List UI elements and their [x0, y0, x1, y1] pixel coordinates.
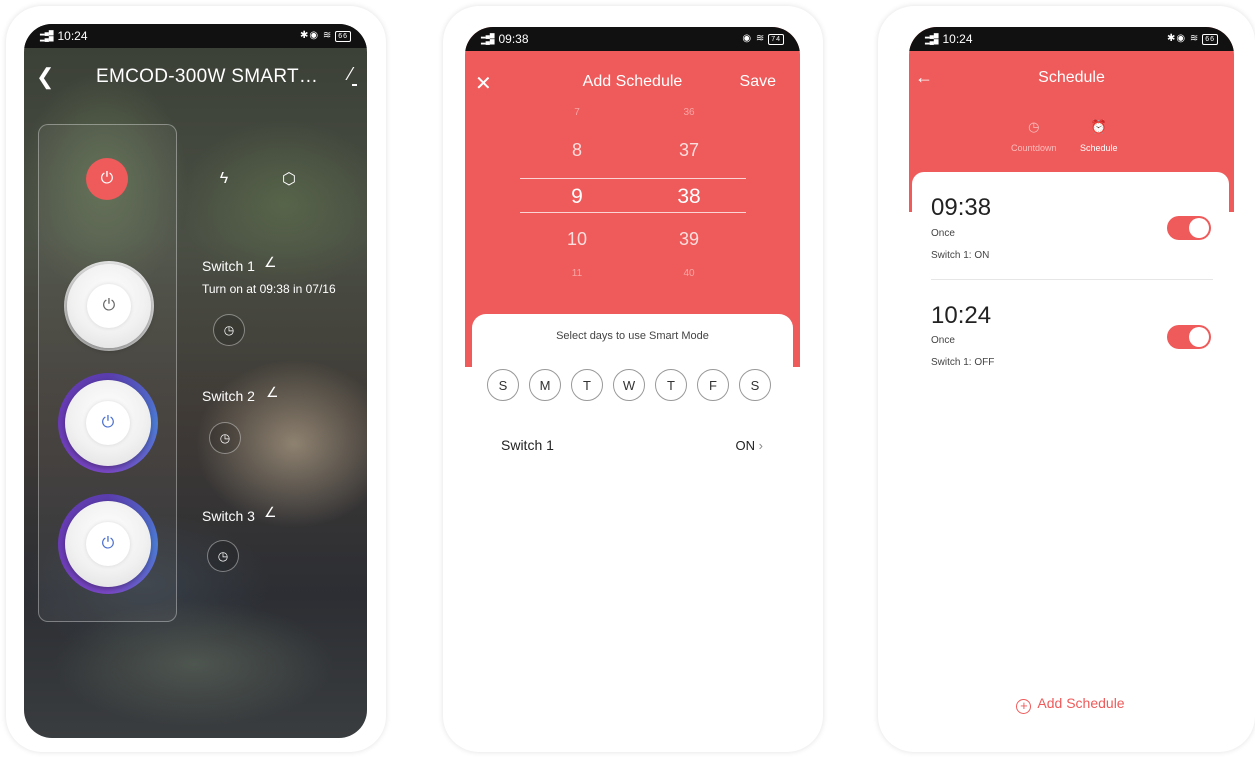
- schedule-repeat: Once: [931, 335, 955, 346]
- add-schedule-screen: ▂▄▆ ▂▄▆ 09:38 ◉ ≋ 74 ✕ Add Schedule Save 7 …: [465, 27, 800, 727]
- switch-2-label: Switch 2: [202, 388, 255, 404]
- hour-option-selected: 9: [571, 185, 583, 208]
- add-schedule-label: Add Schedule: [1037, 695, 1125, 711]
- lightning-icon[interactable]: ϟ: [209, 164, 239, 194]
- power-icon: ⏻: [86, 401, 130, 445]
- days-hint: Select days to use Smart Mode: [556, 330, 709, 342]
- device-title: EMCOD-300W SMART…: [96, 66, 319, 87]
- tab-countdown[interactable]: ◷ Countdown: [1011, 119, 1057, 153]
- status-bar: ▂▄▆ ▂▄▆ 10:24 ✱◉ ≋ 66: [909, 27, 1234, 51]
- clock-icon[interactable]: ◷: [209, 422, 241, 454]
- day-selector: S M T W T F S: [487, 369, 771, 401]
- switch-row-label[interactable]: Switch 1: [501, 437, 554, 453]
- minute-option: 37: [678, 140, 700, 160]
- clock-icon[interactable]: ◷: [207, 540, 239, 572]
- signal-icon: ▂▄▆ ▂▄▆: [40, 30, 54, 42]
- status-bar: ▂▄▆ ▂▄▆ 10:24 ✱◉ ≋ 66: [24, 24, 367, 48]
- header: ❮ EMCOD-300W SMART… ⁄: [24, 64, 367, 94]
- rename-icon[interactable]: ∠: [264, 504, 277, 521]
- schedule-list: 09:38 Once Switch 1: ON 10:24 Once Switc…: [912, 172, 1229, 717]
- power-icon: ⏻: [87, 284, 131, 328]
- schedule-repeat: Once: [931, 228, 955, 239]
- save-button[interactable]: Save: [740, 73, 776, 91]
- day-monday[interactable]: M: [529, 369, 561, 401]
- master-power-button[interactable]: ⏻: [86, 158, 128, 200]
- minute-option: 40: [683, 268, 695, 279]
- switch-3-label: Switch 3: [202, 508, 255, 524]
- hour-option: 11: [571, 268, 583, 279]
- add-schedule-button[interactable]: + Add Schedule: [912, 695, 1229, 714]
- hour-option: 7: [574, 107, 580, 118]
- day-friday[interactable]: F: [697, 369, 729, 401]
- status-icons: ✱◉ ≋ 66: [300, 30, 351, 42]
- rename-icon[interactable]: ∠: [266, 384, 279, 401]
- battery-icon: 66: [335, 31, 351, 42]
- power-icon: ⏻: [86, 522, 130, 566]
- plus-icon: +: [1016, 699, 1032, 714]
- switch-1-label: Switch 1: [202, 258, 255, 274]
- edit-icon[interactable]: ⁄: [349, 64, 357, 86]
- day-thursday[interactable]: T: [655, 369, 687, 401]
- schedule-toggle[interactable]: [1167, 216, 1211, 240]
- picker-divider: [520, 212, 746, 213]
- day-saturday[interactable]: S: [739, 369, 771, 401]
- tab-label: Schedule: [1080, 143, 1118, 153]
- schedule-action: Switch 1: OFF: [931, 357, 995, 368]
- minute-option: 39: [678, 229, 700, 249]
- schedule-time[interactable]: 10:24: [931, 302, 991, 330]
- status-time: 10:24: [57, 29, 88, 43]
- tab-schedule[interactable]: ⏰ Schedule: [1080, 119, 1118, 153]
- chevron-right-icon: ›: [758, 438, 763, 453]
- hour-option: 8: [571, 140, 582, 160]
- status-bar: ▂▄▆ ▂▄▆ 09:38 ◉ ≋ 74: [465, 27, 800, 51]
- picker-divider: [520, 178, 746, 179]
- schedule-action: Switch 1: ON: [931, 250, 990, 261]
- days-sheet: Select days to use Smart Mode S M T W T …: [472, 314, 793, 727]
- status-time: 10:24: [942, 32, 973, 46]
- status-icons: ✱◉ ≋ 66: [1167, 33, 1218, 45]
- minute-option-selected: 38: [677, 185, 701, 208]
- switch-2-knob[interactable]: ⏻: [58, 373, 158, 473]
- status-icons: ◉ ≋ 74: [742, 33, 784, 45]
- schedule-time[interactable]: 09:38: [931, 194, 991, 222]
- battery-icon: 74: [768, 34, 784, 45]
- switch-state: ON: [735, 438, 756, 453]
- screenshot-collage: ▂▄▆ ▂▄▆ 10:24 ✱◉ ≋ 66 ❮ EMCOD-300W SMART… ⁄…: [0, 0, 1255, 757]
- switch-1-knob[interactable]: ⏻: [64, 261, 154, 351]
- minute-picker[interactable]: 36 37 38 39 40: [659, 107, 719, 279]
- schedule-toggle[interactable]: [1167, 325, 1211, 349]
- day-tuesday[interactable]: T: [571, 369, 603, 401]
- day-sunday[interactable]: S: [487, 369, 519, 401]
- battery-icon: 66: [1202, 34, 1218, 45]
- signal-icon: ▂▄▆ ▂▄▆: [481, 33, 495, 45]
- clock-icon[interactable]: ◷: [213, 314, 245, 346]
- page-title: Schedule: [1038, 69, 1105, 86]
- device-control-screen: ▂▄▆ ▂▄▆ 10:24 ✱◉ ≋ 66 ❮ EMCOD-300W SMART… ⁄…: [24, 24, 367, 738]
- switch-3-knob[interactable]: ⏻: [58, 494, 158, 594]
- cube-icon[interactable]: ⬡: [274, 164, 304, 194]
- minute-option: 36: [683, 107, 695, 118]
- hour-picker[interactable]: 7 8 9 10 11: [547, 107, 607, 279]
- day-wednesday[interactable]: W: [613, 369, 645, 401]
- schedule-list-screen: ▂▄▆ ▂▄▆ 10:24 ✱◉ ≋ 66 ← Schedule ◷ Countdown…: [909, 27, 1234, 717]
- status-time: 09:38: [498, 32, 529, 46]
- switch-row-value[interactable]: ON ›: [736, 438, 763, 453]
- signal-icon: ▂▄▆ ▂▄▆: [925, 33, 939, 45]
- hour-option: 10: [566, 229, 588, 249]
- back-icon[interactable]: ❮: [36, 64, 54, 90]
- tab-label: Countdown: [1011, 143, 1057, 153]
- divider: [931, 279, 1213, 280]
- alarm-icon: ⏰: [1090, 119, 1107, 134]
- toggle-knob: [1189, 218, 1209, 238]
- rename-icon[interactable]: ∠: [264, 254, 277, 271]
- clock-icon: ◷: [1028, 119, 1040, 134]
- toggle-knob: [1189, 327, 1209, 347]
- power-icon: ⏻: [100, 170, 114, 187]
- switch-1-schedule-text: Turn on at 09:38 in 07/16: [202, 282, 336, 296]
